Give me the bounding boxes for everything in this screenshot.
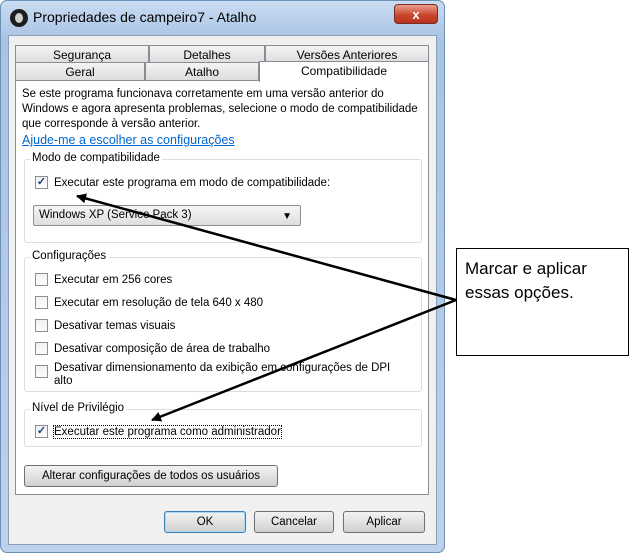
tab-compatibilidade[interactable]: Compatibilidade: [259, 61, 429, 82]
annotation-arrows: [76, 193, 457, 422]
arrow-to-admin-checkbox: [151, 298, 457, 422]
arrow-to-compat-checkbox: [76, 193, 457, 302]
